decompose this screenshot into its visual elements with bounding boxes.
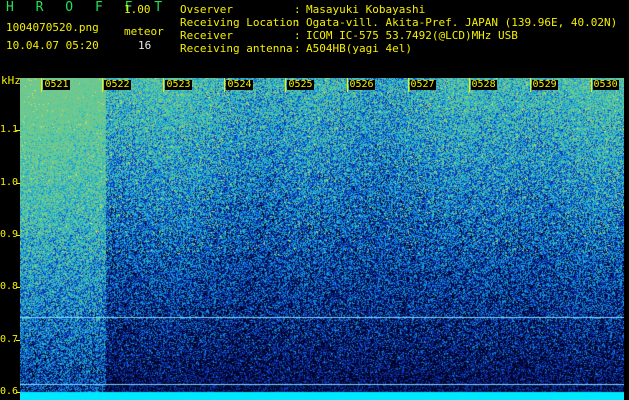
receiver-colon: : — [294, 29, 301, 42]
y-tick-mark — [16, 130, 20, 132]
antenna-label: Receiving antenna — [180, 42, 293, 55]
x-tick-label: 0529 — [531, 79, 558, 90]
receiver-label: Receiver — [180, 29, 233, 42]
x-tick-mark — [285, 78, 287, 92]
location-label: Receiving Location — [180, 16, 300, 29]
x-tick-mark — [407, 78, 409, 92]
location-value: Ogata-vill. Akita-Pref. JAPAN (139.96E, … — [306, 16, 618, 29]
spectrogram-canvas — [20, 78, 624, 400]
x-tick-label: 0525 — [287, 79, 314, 90]
x-axis: 0521 0522 0523 0524 0525 0526 0527 0528 0529 0530 — [20, 78, 624, 92]
x-tick-label: 0530 — [592, 79, 619, 90]
spectrogram-plot — [20, 78, 624, 400]
x-tick-mark — [102, 78, 104, 92]
x-tick-label: 0521 — [43, 79, 70, 90]
x-tick-label: 0528 — [470, 79, 497, 90]
y-tick-mark — [16, 182, 20, 184]
antenna-value: A504HB(yagi 4el) — [306, 42, 412, 55]
x-tick-label: 0524 — [226, 79, 253, 90]
filename-label: 1004070520.png — [6, 21, 99, 34]
x-tick-label: 0527 — [409, 79, 436, 90]
x-tick-mark — [41, 78, 43, 92]
x-tick-mark — [590, 78, 592, 92]
header-panel: H R O F F T 1.00 1004070520.png 10.04.07… — [0, 0, 629, 78]
version-label: 1.00 — [124, 3, 151, 16]
x-tick-mark — [224, 78, 226, 92]
y-tick-mark — [16, 287, 20, 289]
y-tick-mark — [16, 235, 20, 237]
y-tick-mark — [16, 339, 20, 341]
y-axis: 1.1 1.0 0.9 0.8 0.7 0.6 — [0, 78, 20, 400]
y-tick-mark — [16, 392, 20, 394]
meteor-count: 16 — [138, 39, 152, 52]
receiver-value: ICOM IC-575 53.7492(@LCD)MHz USB — [306, 29, 518, 42]
x-tick-mark — [346, 78, 348, 92]
x-tick-label: 0522 — [104, 79, 131, 90]
meteor-label: meteor — [124, 25, 164, 38]
x-tick-label: 0526 — [348, 79, 375, 90]
datetime-label: 10.04.07 05:20 — [6, 39, 99, 52]
antenna-colon: : — [294, 42, 301, 55]
observer-colon: : — [294, 3, 301, 16]
x-tick-mark — [163, 78, 165, 92]
observer-value: Masayuki Kobayashi — [306, 3, 426, 16]
x-tick-label: 0523 — [165, 79, 192, 90]
x-tick-mark — [529, 78, 531, 92]
x-tick-mark — [468, 78, 470, 92]
location-colon: : — [294, 16, 301, 29]
observer-label: Ovserver — [180, 3, 233, 16]
right-axis-strip — [624, 78, 629, 400]
